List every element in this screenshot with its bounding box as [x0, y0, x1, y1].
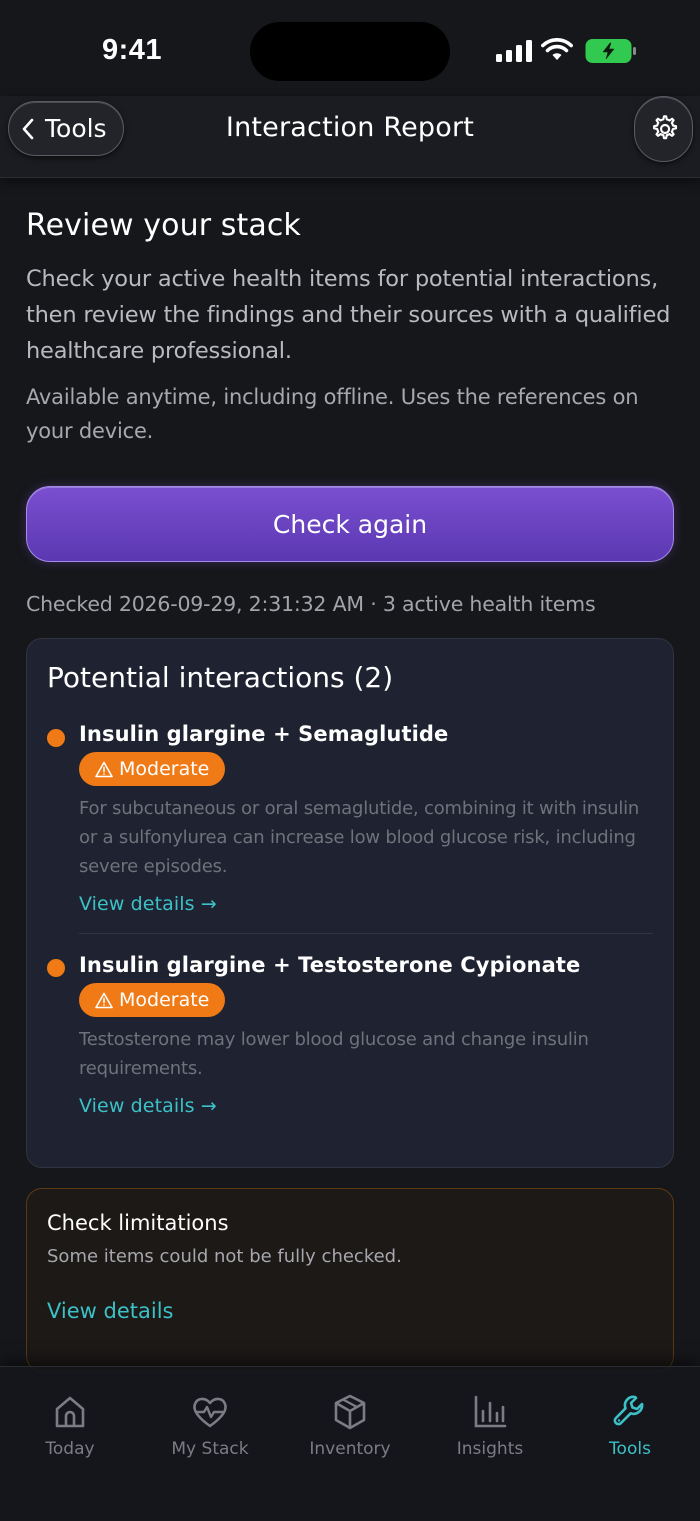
- tab-insights[interactable]: Insights: [420, 1393, 560, 1459]
- nav-header: Tools Interaction Report: [0, 96, 700, 178]
- section-title: Review your stack: [26, 208, 301, 243]
- severity-badge: Moderate: [79, 983, 226, 1017]
- tab-my-stack[interactable]: My Stack: [140, 1393, 280, 1459]
- warning-icon: [95, 992, 113, 1008]
- tab-tools[interactable]: Tools: [560, 1393, 700, 1459]
- limitations-card: Check limitations Some items could not b…: [26, 1188, 674, 1372]
- bar-chart-icon: [474, 1395, 507, 1428]
- box-icon: [334, 1394, 366, 1430]
- severity-badge: Moderate: [79, 752, 226, 786]
- limitations-view-details-link[interactable]: View details: [47, 1299, 173, 1323]
- interactions-card: Potential interactions (2) Insulin glarg…: [26, 638, 674, 1168]
- limitations-body: Some items could not be fully checked.: [47, 1246, 402, 1267]
- limitations-title: Check limitations: [47, 1211, 229, 1235]
- battery-icon: [585, 39, 636, 63]
- tab-bar: Today My Stack Inventory Insights Tools: [0, 1366, 700, 1521]
- checked-meta: Checked 2026-09-29, 2:31:32 AM · 3 activ…: [26, 592, 596, 616]
- gear-icon: [652, 115, 677, 140]
- tab-label: Today: [45, 1439, 95, 1459]
- interaction-pair: Insulin glargine + Testosterone Cypionat…: [79, 953, 581, 977]
- severity-label: Moderate: [119, 989, 210, 1011]
- interaction-item: Insulin glargine + Testosterone Cypionat…: [47, 933, 653, 1117]
- home-icon: [55, 1396, 85, 1428]
- severity-dot: [47, 729, 65, 747]
- tab-label: Inventory: [309, 1439, 391, 1459]
- signal-icon: [496, 40, 532, 62]
- interaction-description: For subcutaneous or oral semaglutide, co…: [79, 798, 640, 877]
- page-title: Interaction Report: [225, 112, 475, 143]
- settings-button[interactable]: [634, 96, 693, 162]
- tab-inventory[interactable]: Inventory: [280, 1393, 420, 1459]
- interaction-description: Testosterone may lower blood glucose and…: [79, 1029, 589, 1079]
- heart-pulse-icon: [193, 1397, 227, 1428]
- offline-note: Available anytime, including offline. Us…: [26, 385, 639, 443]
- warning-icon: [95, 761, 113, 777]
- status-time: 9:41: [102, 34, 163, 66]
- wifi-icon: [541, 38, 573, 60]
- severity-dot: [47, 959, 65, 977]
- interaction-item: Insulin glargine + Semaglutide Moderate …: [47, 722, 653, 915]
- interaction-pair: Insulin glargine + Semaglutide: [79, 722, 449, 746]
- main-content: Review your stack Check your active heal…: [26, 178, 674, 1372]
- tab-label: Insights: [456, 1439, 524, 1459]
- tab-today[interactable]: Today: [0, 1393, 140, 1459]
- wrench-icon: [613, 1395, 644, 1426]
- intro-text: Check your active health items for poten…: [26, 266, 671, 364]
- interactions-title: Potential interactions (2): [47, 661, 394, 694]
- tab-label: Tools: [609, 1439, 651, 1459]
- severity-label: Moderate: [119, 758, 210, 780]
- view-details-link[interactable]: View details →: [79, 1095, 217, 1117]
- dynamic-island: [250, 22, 450, 81]
- check-again-button[interactable]: Check again: [26, 486, 674, 562]
- status-bar: 9:41: [0, 0, 700, 96]
- view-details-link[interactable]: View details →: [79, 893, 217, 915]
- tab-label: My Stack: [171, 1439, 249, 1459]
